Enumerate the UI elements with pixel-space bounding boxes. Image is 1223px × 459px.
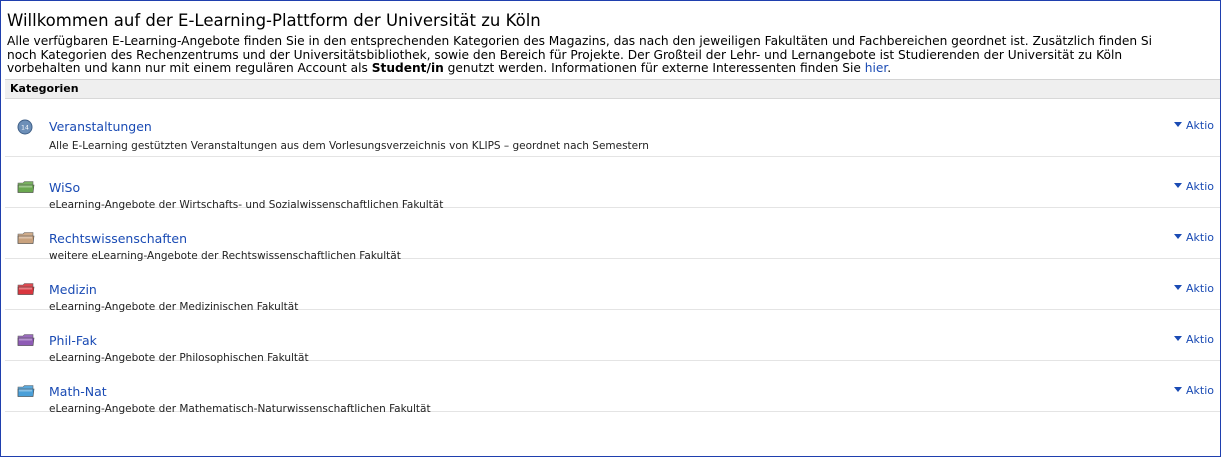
category-row: WiSo eLearning-Angebote der Wirtschafts- …: [5, 157, 1220, 211]
category-link[interactable]: Math-Nat: [49, 384, 107, 399]
dropdown-triangle-icon: [1174, 336, 1182, 341]
actions-dropdown[interactable]: Aktio: [1174, 119, 1214, 132]
dropdown-triangle-icon: [1174, 183, 1182, 188]
actions-dropdown[interactable]: Aktio: [1174, 180, 1214, 193]
category-description: eLearning-Angebote der Mathematisch-Natu…: [49, 402, 431, 415]
category-row: 14 Veranstaltungen Alle E-Learning gestütz…: [5, 99, 1220, 157]
category-link[interactable]: Medizin: [49, 282, 97, 297]
intro-line-3-start: vorbehalten und kann nur mit einem regul…: [7, 61, 372, 75]
external-info-link[interactable]: hier: [865, 61, 888, 75]
category-link[interactable]: WiSo: [49, 180, 80, 195]
dropdown-triangle-icon: [1174, 285, 1182, 290]
folder-tan-icon: [17, 230, 35, 244]
actions-label: Aktio: [1186, 281, 1214, 295]
dropdown-triangle-icon: [1174, 234, 1182, 239]
actions-dropdown[interactable]: Aktio: [1174, 333, 1214, 346]
intro-line-3-mid: genutzt werden. Informationen für extern…: [443, 61, 865, 75]
dropdown-triangle-icon: [1174, 122, 1182, 127]
intro-line-2: noch Kategorien des Rechenzentrums und d…: [7, 47, 1123, 62]
dropdown-triangle-icon: [1174, 387, 1182, 392]
actions-label: Aktio: [1186, 230, 1214, 244]
intro-student-bold: Student/in: [371, 61, 444, 75]
intro-line-3: vorbehalten und kann nur mit einem regul…: [7, 61, 1220, 76]
svg-text:14: 14: [21, 124, 29, 131]
category-link[interactable]: Veranstaltungen: [49, 119, 152, 134]
intro-line-3-end: .: [887, 61, 892, 75]
category-row: Rechtswissenschaften weitere eLearning-An…: [5, 208, 1220, 262]
globe-icon: 14: [17, 119, 35, 134]
actions-dropdown[interactable]: Aktio: [1174, 282, 1214, 295]
intro-text: Alle verfügbaren E-Learning-Angebote fin…: [7, 34, 1220, 76]
actions-label: Aktio: [1186, 179, 1214, 193]
category-row: Phil-Fak eLearning-Angebote der Philosoph…: [5, 310, 1220, 364]
category-list: 14 Veranstaltungen Alle E-Learning gestütz…: [5, 99, 1220, 415]
actions-dropdown[interactable]: Aktio: [1174, 384, 1214, 397]
actions-label: Aktio: [1186, 383, 1214, 397]
category-row: Medizin eLearning-Angebote der Medizinisc…: [5, 259, 1220, 313]
category-description: Alle E-Learning gestützten Veranstaltung…: [49, 139, 649, 152]
actions-label: Aktio: [1186, 332, 1214, 346]
category-link[interactable]: Rechtswissenschaften: [49, 231, 187, 246]
folder-purple-icon: [17, 332, 35, 346]
folder-green-icon: [17, 179, 35, 193]
content-area: Willkommen auf der E-Learning-Plattform …: [5, 5, 1220, 415]
category-link[interactable]: Phil-Fak: [49, 333, 97, 348]
folder-red-icon: [17, 281, 35, 295]
categories-header: Kategorien: [5, 78, 1220, 99]
folder-blue-icon: [17, 383, 35, 397]
page-title: Willkommen auf der E-Learning-Plattform …: [7, 11, 541, 30]
main-frame: Willkommen auf der E-Learning-Plattform …: [0, 0, 1221, 457]
actions-label: Aktio: [1186, 118, 1214, 132]
category-row: Math-Nat eLearning-Angebote der Mathemati…: [5, 361, 1220, 415]
actions-dropdown[interactable]: Aktio: [1174, 231, 1214, 244]
intro-line-1: Alle verfügbaren E-Learning-Angebote fin…: [7, 34, 1153, 48]
